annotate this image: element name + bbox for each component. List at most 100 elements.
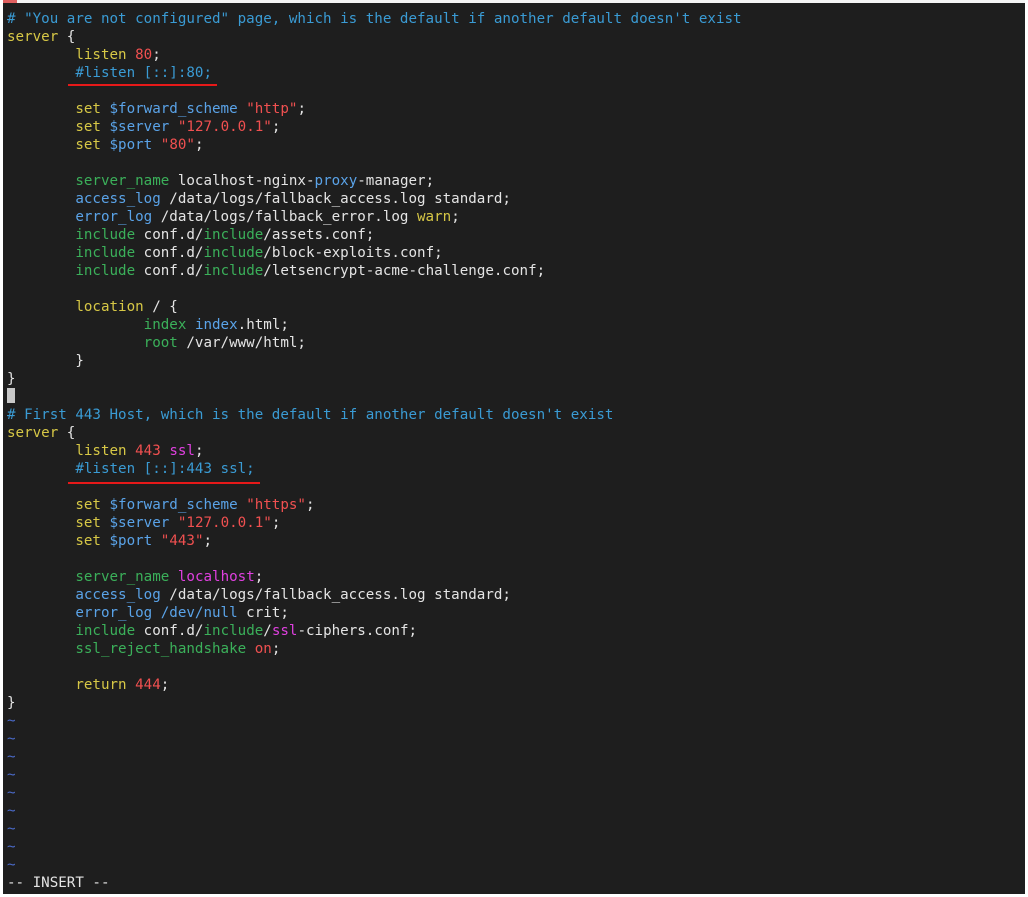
code-line[interactable]: ~ bbox=[7, 712, 742, 730]
code-token: $port bbox=[109, 533, 153, 549]
code-line[interactable] bbox=[7, 280, 742, 298]
code-token: #listen [::]:80; bbox=[75, 65, 213, 81]
code-line[interactable]: set $forward_scheme "https"; bbox=[7, 496, 742, 514]
code-line[interactable]: set $server "127.0.0.1"; bbox=[7, 514, 742, 532]
editor-buffer[interactable]: # "You are not configured" page, which i… bbox=[7, 10, 742, 874]
code-line[interactable]: listen 80; bbox=[7, 46, 742, 64]
window-top-edge bbox=[3, 0, 1025, 3]
code-token: } bbox=[7, 371, 16, 387]
code-line[interactable]: ~ bbox=[7, 730, 742, 748]
code-line[interactable]: include conf.d/include/letsencrypt-acme-… bbox=[7, 262, 742, 280]
code-token: /data/logs/fallback_access.log standard; bbox=[160, 587, 511, 603]
annotation-underline-listen-443 bbox=[68, 482, 260, 484]
code-token: $port bbox=[109, 137, 153, 153]
code-line[interactable]: ssl_reject_handshake on; bbox=[7, 640, 742, 658]
code-line[interactable]: ~ bbox=[7, 802, 742, 820]
code-line[interactable]: } bbox=[7, 694, 742, 712]
code-token: localhost bbox=[177, 569, 255, 585]
code-line[interactable]: set $forward_scheme "http"; bbox=[7, 100, 742, 118]
code-token: error_log bbox=[75, 605, 153, 621]
code-line[interactable]: error_log /data/logs/fallback_error.log … bbox=[7, 208, 742, 226]
code-token: localhost-nginx- bbox=[169, 173, 315, 189]
code-token: .html; bbox=[237, 317, 289, 333]
code-token: /var/www/html; bbox=[177, 335, 306, 351]
code-line[interactable] bbox=[7, 550, 742, 568]
annotation-underline-listen-80 bbox=[68, 84, 217, 86]
code-line[interactable]: listen 443 ssl; bbox=[7, 442, 742, 460]
code-token: conf.d/ bbox=[135, 227, 204, 243]
empty-line-marker: ~ bbox=[7, 713, 16, 729]
code-token: ssl_reject_handshake bbox=[75, 641, 247, 657]
code-line[interactable] bbox=[7, 478, 742, 496]
code-token: location bbox=[75, 299, 144, 315]
code-line[interactable]: server_name localhost-nginx-proxy-manage… bbox=[7, 172, 742, 190]
code-token: server bbox=[7, 29, 59, 45]
code-token: "https" bbox=[246, 497, 306, 513]
code-line[interactable] bbox=[7, 658, 742, 676]
code-line[interactable]: index index.html; bbox=[7, 316, 742, 334]
code-line[interactable]: root /var/www/html; bbox=[7, 334, 742, 352]
code-line[interactable]: return 444; bbox=[7, 676, 742, 694]
code-line[interactable]: set $port "443"; bbox=[7, 532, 742, 550]
code-line[interactable]: # First 443 Host, which is the default i… bbox=[7, 406, 742, 424]
terminal-window[interactable]: # "You are not configured" page, which i… bbox=[3, 0, 1025, 894]
code-token: include bbox=[75, 623, 136, 639]
code-line[interactable]: include conf.d/include/ssl-ciphers.conf; bbox=[7, 622, 742, 640]
code-line[interactable]: ~ bbox=[7, 838, 742, 856]
code-line[interactable]: } bbox=[7, 370, 742, 388]
code-line[interactable]: ~ bbox=[7, 766, 742, 784]
code-token: { bbox=[58, 29, 76, 45]
code-line[interactable]: server_name localhost; bbox=[7, 568, 742, 586]
code-line[interactable]: #listen [::]:80; bbox=[7, 64, 742, 82]
code-token: include bbox=[203, 245, 264, 261]
code-line[interactable]: ~ bbox=[7, 748, 742, 766]
code-line[interactable]: location / { bbox=[7, 298, 742, 316]
code-line[interactable]: set $port "80"; bbox=[7, 136, 742, 154]
empty-line-marker: ~ bbox=[7, 749, 16, 765]
code-line[interactable] bbox=[7, 154, 742, 172]
code-token: # First 443 Host, which is the default i… bbox=[7, 407, 614, 423]
code-token: index bbox=[194, 317, 238, 333]
code-token: ; bbox=[271, 641, 281, 657]
code-line[interactable]: server { bbox=[7, 424, 742, 442]
code-line[interactable]: ~ bbox=[7, 820, 742, 838]
code-token: -ciphers.conf; bbox=[297, 623, 418, 639]
code-token: warn bbox=[417, 209, 452, 225]
code-line[interactable]: ~ bbox=[7, 784, 742, 802]
code-line[interactable]: server { bbox=[7, 28, 742, 46]
code-token: /data/logs/fallback_access.log standard; bbox=[160, 191, 511, 207]
code-token: return bbox=[75, 677, 127, 693]
code-line[interactable]: ~ bbox=[7, 856, 742, 874]
code-token: / bbox=[263, 623, 272, 639]
code-line[interactable]: # "You are not configured" page, which i… bbox=[7, 10, 742, 28]
code-line[interactable]: error_log /dev/null crit; bbox=[7, 604, 742, 622]
code-line[interactable]: set $server "127.0.0.1"; bbox=[7, 118, 742, 136]
code-token: { bbox=[58, 425, 76, 441]
code-token: set bbox=[75, 101, 101, 117]
code-line[interactable]: include conf.d/include/assets.conf; bbox=[7, 226, 742, 244]
window-close-edge bbox=[3, 0, 17, 3]
code-line[interactable]: #listen [::]:443 ssl; bbox=[7, 460, 742, 478]
code-line[interactable]: access_log /data/logs/fallback_access.lo… bbox=[7, 190, 742, 208]
code-token: "http" bbox=[246, 101, 298, 117]
code-line[interactable]: } bbox=[7, 352, 742, 370]
code-line[interactable] bbox=[7, 388, 742, 406]
code-token: include bbox=[75, 245, 136, 261]
code-line[interactable]: access_log /data/logs/fallback_access.lo… bbox=[7, 586, 742, 604]
code-line[interactable]: include conf.d/include/block-exploits.co… bbox=[7, 244, 742, 262]
code-token: ; bbox=[194, 137, 204, 153]
